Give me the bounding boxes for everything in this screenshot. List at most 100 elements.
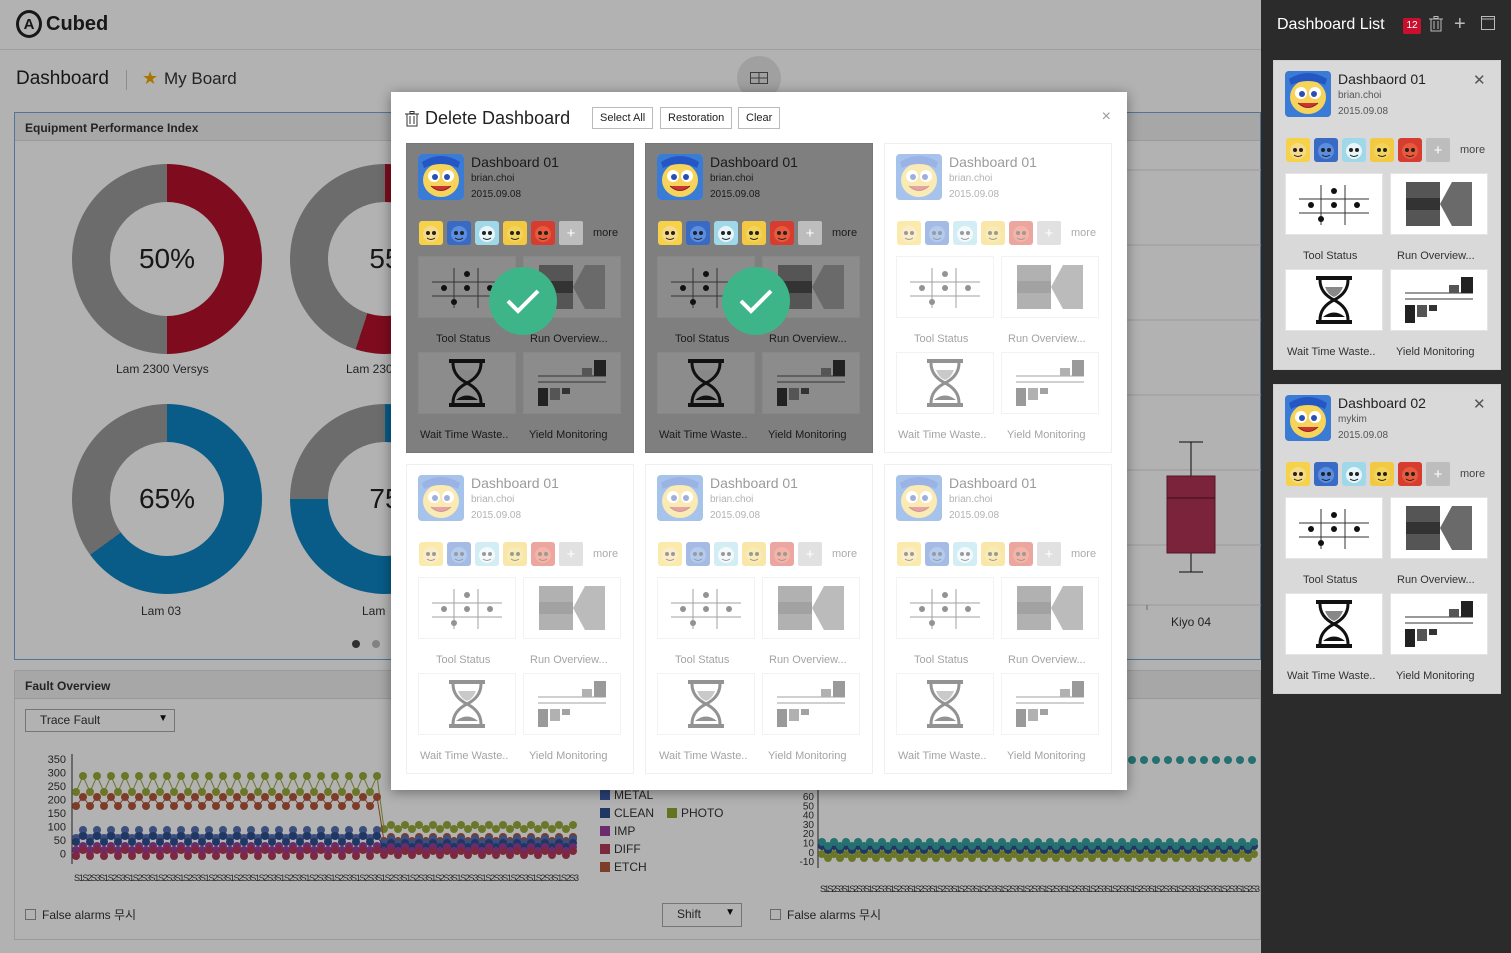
add-member-icon[interactable]: +: [798, 221, 822, 245]
member-avatar[interactable]: [1314, 462, 1338, 486]
dashboard-card[interactable]: Dashboard 01 brian.choi 2015.09.08 + more Too…: [406, 143, 634, 453]
more-link[interactable]: more: [1460, 468, 1485, 480]
widget-preview[interactable]: [1390, 593, 1488, 655]
member-avatar[interactable]: [1314, 138, 1338, 162]
member-avatar[interactable]: [475, 221, 499, 245]
dashboard-card[interactable]: Dashboard 01 brian.choi 2015.09.08 + more Too…: [884, 143, 1112, 453]
dashboard-card[interactable]: Dashboard 01 brian.choi 2015.09.08 + more Too…: [884, 464, 1112, 774]
widget-preview[interactable]: [418, 352, 516, 414]
member-avatar[interactable]: [658, 542, 682, 566]
member-avatar[interactable]: [503, 542, 527, 566]
sidebar-dashboard-card[interactable]: Dashbaord 01 brian.choi 2015.09.08 + more Too…: [1273, 60, 1501, 370]
widget-preview[interactable]: [762, 673, 860, 735]
close-icon[interactable]: ✕: [1473, 71, 1486, 89]
widget-preview[interactable]: [1001, 352, 1099, 414]
more-link[interactable]: more: [1460, 144, 1485, 156]
member-avatar[interactable]: [981, 542, 1005, 566]
more-link[interactable]: more: [593, 227, 618, 239]
widget-preview[interactable]: [657, 577, 755, 639]
more-link[interactable]: more: [593, 548, 618, 560]
widget-preview[interactable]: [762, 577, 860, 639]
widget-preview[interactable]: [762, 352, 860, 414]
add-member-icon[interactable]: +: [798, 542, 822, 566]
more-link[interactable]: more: [832, 548, 857, 560]
widget-preview[interactable]: [523, 352, 621, 414]
close-icon[interactable]: ✕: [1473, 395, 1486, 413]
selected-check-icon[interactable]: [489, 267, 557, 335]
member-avatar[interactable]: [475, 542, 499, 566]
clear-button[interactable]: Clear: [738, 107, 781, 129]
widget-preview[interactable]: [1001, 256, 1099, 318]
member-avatar[interactable]: [1370, 462, 1394, 486]
widget-preview[interactable]: [1390, 173, 1488, 235]
member-avatar[interactable]: [503, 221, 527, 245]
member-avatar[interactable]: [714, 221, 738, 245]
dashboard-card[interactable]: Dashboard 01 brian.choi 2015.09.08 + more Too…: [645, 464, 873, 774]
member-avatar[interactable]: [770, 221, 794, 245]
member-avatar[interactable]: [1342, 462, 1366, 486]
member-avatar[interactable]: [1009, 542, 1033, 566]
member-avatar[interactable]: [419, 542, 443, 566]
member-avatar[interactable]: [531, 542, 555, 566]
widget-preview[interactable]: [1390, 269, 1488, 331]
dashboard-card[interactable]: Dashboard 01 brian.choi 2015.09.08 + more Too…: [645, 143, 873, 453]
member-avatar[interactable]: [531, 221, 555, 245]
widget-preview[interactable]: [1285, 497, 1383, 559]
member-avatar[interactable]: [1398, 462, 1422, 486]
add-icon[interactable]: +: [1454, 13, 1466, 36]
member-avatar[interactable]: [925, 542, 949, 566]
add-member-icon[interactable]: +: [1426, 462, 1450, 486]
member-avatar[interactable]: [1009, 221, 1033, 245]
widget-preview[interactable]: [418, 577, 516, 639]
widget-preview[interactable]: [1001, 577, 1099, 639]
member-avatar[interactable]: [953, 221, 977, 245]
member-avatar[interactable]: [742, 542, 766, 566]
widget-preview[interactable]: [523, 577, 621, 639]
member-avatar[interactable]: [447, 221, 471, 245]
more-link[interactable]: more: [1071, 548, 1096, 560]
close-icon[interactable]: ×: [1102, 108, 1111, 126]
member-avatar[interactable]: [1342, 138, 1366, 162]
widget-preview[interactable]: [1001, 673, 1099, 735]
more-link[interactable]: more: [1071, 227, 1096, 239]
member-avatar[interactable]: [897, 542, 921, 566]
maximize-icon[interactable]: [1481, 16, 1495, 35]
member-avatar[interactable]: [686, 542, 710, 566]
member-avatar[interactable]: [658, 221, 682, 245]
widget-preview[interactable]: [657, 352, 755, 414]
member-avatar[interactable]: [714, 542, 738, 566]
delete-icon[interactable]: [1429, 16, 1443, 37]
member-avatar[interactable]: [953, 542, 977, 566]
member-avatar[interactable]: [1370, 138, 1394, 162]
widget-preview[interactable]: [1285, 269, 1383, 331]
select-all-button[interactable]: Select All: [592, 107, 654, 129]
widget-preview[interactable]: [896, 673, 994, 735]
selected-check-icon[interactable]: [722, 267, 790, 335]
member-avatar[interactable]: [1286, 462, 1310, 486]
widget-preview[interactable]: [657, 673, 755, 735]
member-avatar[interactable]: [897, 221, 921, 245]
member-avatar[interactable]: [419, 221, 443, 245]
member-avatar[interactable]: [981, 221, 1005, 245]
member-avatar[interactable]: [742, 221, 766, 245]
restoration-button[interactable]: Restoration: [660, 107, 733, 129]
widget-preview[interactable]: [1285, 593, 1383, 655]
add-member-icon[interactable]: +: [559, 542, 583, 566]
member-avatar[interactable]: [925, 221, 949, 245]
widget-preview[interactable]: [523, 673, 621, 735]
member-avatar[interactable]: [1286, 138, 1310, 162]
widget-preview[interactable]: [896, 256, 994, 318]
widget-preview[interactable]: [1390, 497, 1488, 559]
member-avatar[interactable]: [447, 542, 471, 566]
sidebar-dashboard-card[interactable]: Dashboard 02 mykim 2015.09.08 + more Tool Sta…: [1273, 384, 1501, 694]
widget-preview[interactable]: [418, 673, 516, 735]
add-member-icon[interactable]: +: [559, 221, 583, 245]
member-avatar[interactable]: [686, 221, 710, 245]
widget-preview[interactable]: [896, 577, 994, 639]
add-member-icon[interactable]: +: [1037, 221, 1061, 245]
more-link[interactable]: more: [832, 227, 857, 239]
add-member-icon[interactable]: +: [1037, 542, 1061, 566]
widget-preview[interactable]: [1285, 173, 1383, 235]
add-member-icon[interactable]: +: [1426, 138, 1450, 162]
widget-preview[interactable]: [896, 352, 994, 414]
